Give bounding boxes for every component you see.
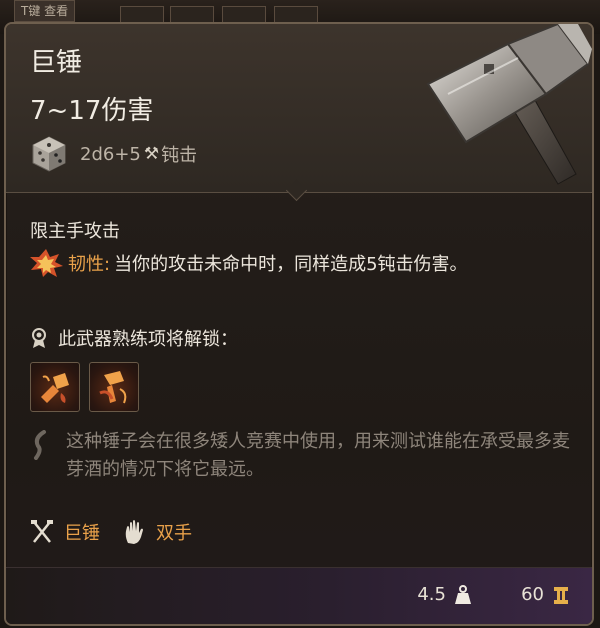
crossed-weapons-icon (31, 520, 53, 543)
dice-icon (32, 136, 66, 172)
cleave-icon (99, 371, 127, 404)
damage-type: 钝击 (161, 145, 198, 166)
unlock-actions (30, 362, 139, 412)
tag-weapon-type[interactable]: 巨锤 (30, 519, 100, 545)
action-slot-2[interactable] (89, 362, 139, 412)
weight-icon (455, 584, 471, 604)
tooltip-footer: 4.5 60 (6, 567, 592, 624)
passive-row[interactable]: 韧性: 当你的攻击未命中时，同样造成5钝击伤害。 (28, 248, 468, 278)
hammer-icon: ⚒ (143, 144, 160, 164)
tag-two-handed[interactable]: 双手 (122, 519, 192, 545)
weight-value: 4.5 (417, 584, 446, 605)
quill-icon (34, 430, 46, 460)
passive-name: 韧性: (68, 254, 111, 275)
tag-two-handed-label: 双手 (156, 523, 192, 544)
header-notch (285, 179, 308, 202)
dice-formula: 2d6+5 (80, 143, 141, 165)
damage-range: 7~17伤害 (30, 96, 154, 126)
attack-restriction: 限主手攻击 (30, 221, 120, 242)
hammer-strike-icon (41, 373, 69, 403)
toughness-icon (30, 249, 63, 277)
action-slot-1[interactable] (30, 362, 80, 412)
gold-icon (554, 586, 568, 604)
proficiency-unlock-text: 此武器熟练项将解锁： (58, 329, 238, 350)
weight-display: 4.5 (417, 584, 472, 605)
item-name: 巨锤 (30, 48, 83, 78)
item-tooltip: 巨锤 7~17伤害 2d6+5 ⚒ 钝击 限主手攻击 韧性: 当你的攻击未命中时… (4, 22, 594, 626)
passive-description: 当你的攻击未命中时，同样造成5钝击伤害。 (114, 254, 468, 275)
dice-row: 2d6+5 ⚒ 钝击 (30, 134, 197, 174)
inspect-hint: T键 查看 (14, 0, 76, 22)
lore-text: 这种锤子会在很多矮人竞赛中使用，用来测试谁能在承受最多麦芽酒的情况下将它最远。 (66, 431, 570, 480)
price-value: 60 (521, 584, 544, 605)
medal-icon (32, 328, 46, 348)
tag-weapon-type-label: 巨锤 (64, 523, 100, 544)
price-display: 60 (521, 584, 570, 605)
item-tags: 巨锤 双手 (30, 519, 214, 545)
hand-icon (125, 520, 143, 544)
lore-row: 这种锤子会在很多矮人竞赛中使用，用来测试谁能在承受最多麦芽酒的情况下将它最远。 (30, 428, 570, 484)
proficiency-row: 此武器熟练项将解锁： (30, 325, 238, 351)
maul-icon (426, 24, 592, 185)
